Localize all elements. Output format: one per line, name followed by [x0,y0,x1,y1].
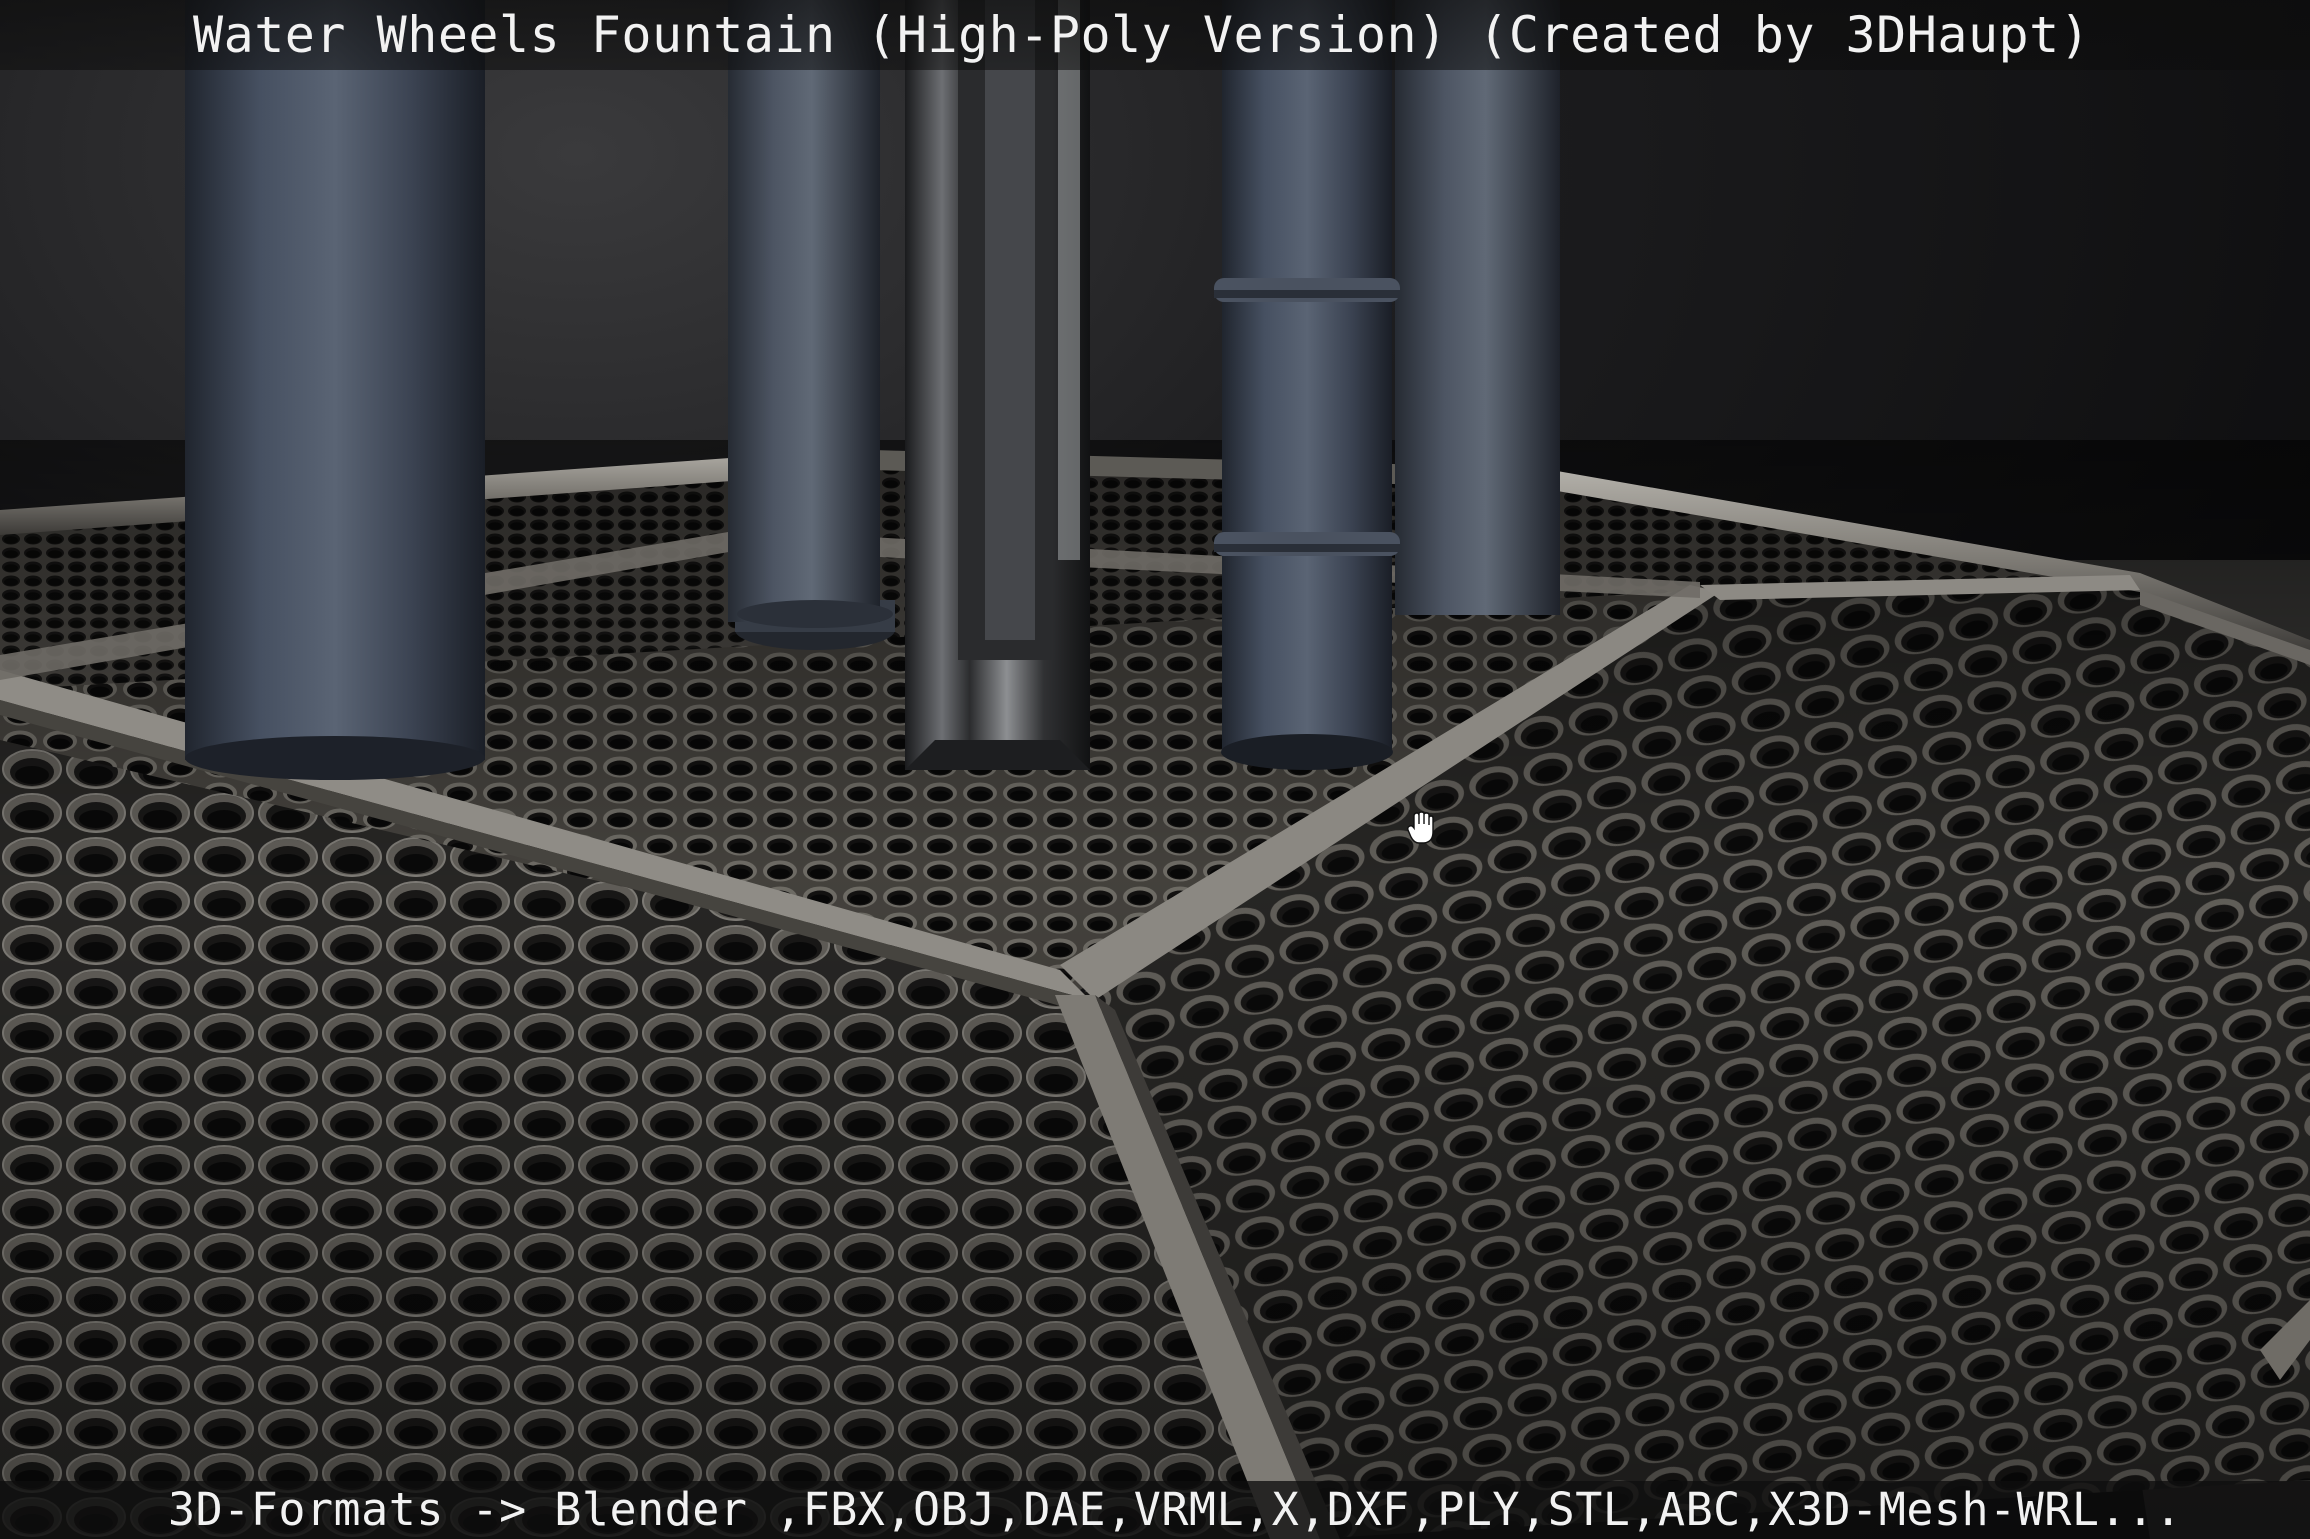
model-title-bar: Water Wheels Fountain (High-Poly Version… [0,0,2310,70]
pillar-left [185,0,485,780]
3d-scene-render[interactable] [0,0,2310,1539]
pillar-middle-left [728,0,895,650]
central-shaft [905,0,1090,770]
formats-footer-bar: 3D-Formats -> Blender ,FBX,OBJ,DAE,VRML,… [0,1481,2310,1539]
model-title: Water Wheels Fountain (High-Poly Version… [193,6,2091,64]
pillar-right-back [1395,0,1560,615]
model-viewer-viewport[interactable]: Water Wheels Fountain (High-Poly Version… [0,0,2310,1539]
pillar-right-front [1214,0,1400,770]
formats-footer-text: 3D-Formats -> Blender ,FBX,OBJ,DAE,VRML,… [168,1483,2183,1536]
